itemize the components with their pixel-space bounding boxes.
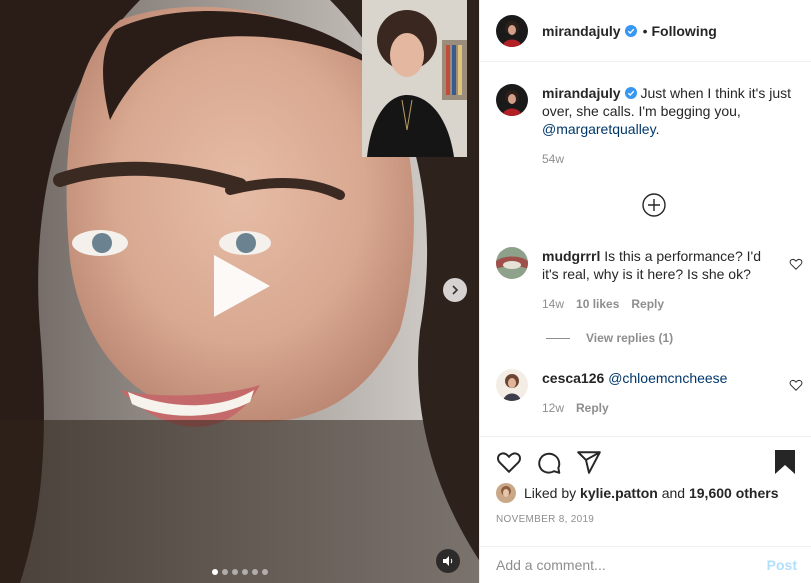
liked-by-and: and	[661, 485, 686, 501]
comment-item: mudgrrrl Is this a performance? I'd it's…	[496, 247, 778, 313]
following-button[interactable]: Following	[652, 23, 717, 39]
likes-count[interactable]: 19,600 others	[689, 485, 779, 501]
carousel-dot	[211, 569, 218, 575]
add-comment-bar: Post	[480, 546, 811, 583]
avatar[interactable]	[496, 14, 528, 47]
separator-bullet: •	[642, 22, 648, 39]
post-sidebar: mirandajuly • Following mirandajuly Just…	[479, 0, 811, 583]
carousel-dot	[241, 569, 248, 575]
verified-badge-icon	[624, 87, 637, 99]
like-comment-heart-icon[interactable]	[789, 257, 803, 271]
verified-badge-icon	[624, 24, 637, 37]
comment-icon[interactable]	[536, 449, 562, 475]
comments-list[interactable]: mirandajuly Just when I think it's just …	[480, 63, 811, 435]
comment-mention[interactable]: @chloemcncheese	[608, 370, 727, 386]
post-header: mirandajuly • Following	[480, 0, 811, 62]
caption-mention[interactable]: @margaretqualley	[542, 121, 656, 137]
post-actions: Liked by kylie.patton and 19,600 others …	[480, 436, 811, 546]
next-slide-button[interactable]	[443, 278, 467, 302]
carousel-dot	[251, 569, 258, 575]
speaker-icon	[443, 556, 453, 566]
liked-by-user[interactable]: kylie.patton	[580, 485, 658, 501]
comment-username[interactable]: mudgrrrl	[542, 248, 600, 264]
likes-summary: Liked by kylie.patton and 19,600 others	[496, 483, 778, 503]
reply-button[interactable]: Reply	[631, 295, 664, 313]
bookmark-icon[interactable]	[773, 449, 797, 475]
comment-username[interactable]: cesca126	[542, 370, 604, 386]
view-replies-label: View replies (1)	[586, 331, 674, 345]
avatar[interactable]	[496, 369, 528, 401]
plus-circle-icon	[642, 193, 666, 217]
caption-username[interactable]: mirandajuly	[542, 85, 621, 101]
picture-in-picture	[362, 0, 467, 157]
comment-item: cesca126 @chloemcncheese 12w Reply	[496, 369, 778, 417]
post-media[interactable]	[0, 0, 479, 583]
caption-suffix: .	[655, 121, 660, 137]
like-comment-heart-icon[interactable]	[789, 378, 803, 392]
carousel-dot	[221, 569, 228, 575]
carousel-indicator	[0, 569, 479, 575]
carousel-dot	[231, 569, 238, 575]
chevron-right-icon	[452, 285, 459, 295]
post-date: NOVEMBER 8, 2019	[496, 514, 595, 525]
view-replies-button[interactable]: View replies (1)	[546, 331, 673, 345]
avatar[interactable]	[496, 247, 528, 279]
post-caption: mirandajuly Just when I think it's just …	[496, 84, 792, 168]
avatar[interactable]	[496, 84, 528, 116]
load-more-comments-button[interactable]	[642, 193, 666, 217]
comment-likes[interactable]: 10 likes	[576, 295, 619, 313]
caption-age: 54w	[542, 152, 565, 166]
share-icon[interactable]	[576, 449, 602, 475]
heart-icon[interactable]	[496, 449, 522, 475]
comment-age: 14w	[542, 297, 565, 311]
author-username[interactable]: mirandajuly	[542, 23, 621, 39]
comment-age: 12w	[542, 401, 565, 415]
play-button[interactable]	[208, 253, 274, 319]
avatar[interactable]	[496, 483, 516, 503]
reply-button[interactable]: Reply	[576, 399, 609, 417]
instagram-post-view: mirandajuly • Following mirandajuly Just…	[0, 0, 811, 583]
comment-input[interactable]	[496, 557, 767, 573]
liked-by-prefix: Liked by	[524, 485, 577, 501]
carousel-dot	[261, 569, 268, 575]
post-comment-button[interactable]: Post	[767, 557, 797, 573]
replies-divider	[546, 337, 570, 339]
